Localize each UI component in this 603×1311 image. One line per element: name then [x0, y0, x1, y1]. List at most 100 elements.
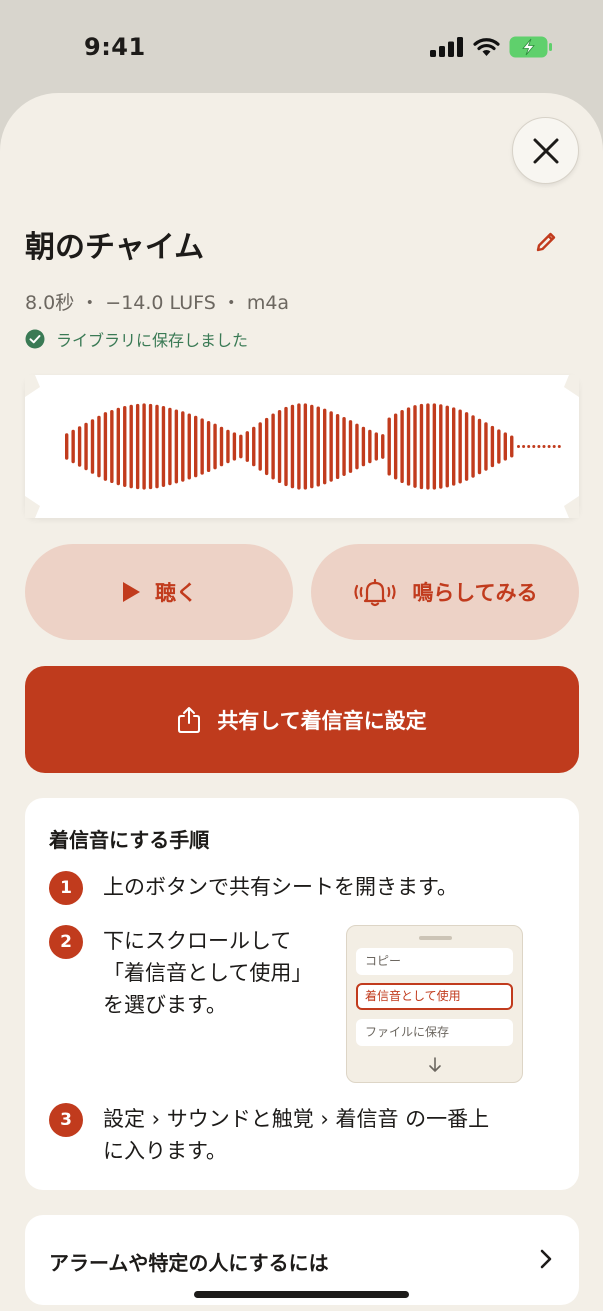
- waveform-bar: [393, 413, 398, 480]
- waveform-bar: [387, 417, 391, 476]
- waveform-bar: [194, 415, 198, 478]
- waveform-silence-dot: [557, 445, 561, 448]
- waveform-bar: [123, 406, 127, 487]
- saved-status-label: ライブラリに保存しました: [56, 331, 249, 350]
- waveform-bar: [432, 403, 437, 490]
- chevron-right-icon: [540, 1249, 552, 1269]
- share-icon: [178, 706, 201, 733]
- waveform-bar: [297, 403, 301, 490]
- step-number: 3: [49, 1103, 83, 1137]
- ringing-bell-icon: [354, 578, 396, 607]
- waveform-bar: [348, 420, 353, 473]
- waveform-bar: [161, 406, 166, 487]
- waveform-bar: [361, 426, 366, 467]
- battery-charging-icon: [509, 36, 553, 62]
- waveform-bar: [490, 425, 495, 468]
- waveform-bar: [226, 429, 230, 464]
- waveform-silence-dot: [532, 445, 536, 448]
- step-line: 上のボタンで共有シートを開きます。: [103, 875, 458, 899]
- waveform-bar: [290, 404, 295, 489]
- pencil-icon: [536, 232, 556, 252]
- waveform-bar: [323, 408, 327, 485]
- waveform-bar: [303, 403, 308, 490]
- waveform-bar: [110, 409, 114, 484]
- test-ring-label: 鳴らしてみる: [412, 581, 538, 605]
- preview-item-copy: コピー: [356, 948, 513, 975]
- waveform-bar: [84, 422, 88, 471]
- waveform-bar: [90, 419, 95, 474]
- waveform-bar: [116, 407, 120, 486]
- waveform-bar: [264, 417, 269, 476]
- waveform-bar: [103, 412, 108, 481]
- waveform-silence-dot: [527, 445, 531, 448]
- waveform-bar: [277, 409, 282, 484]
- play-icon: [123, 582, 140, 602]
- waveform-silence-dot: [537, 445, 541, 448]
- waveform-bar: [258, 422, 262, 471]
- waveform-bar: [477, 418, 482, 475]
- test-ring-button[interactable]: 鳴らしてみる: [311, 544, 579, 640]
- saved-status: ライブラリに保存しました: [25, 327, 248, 351]
- waveform-bar: [413, 405, 417, 488]
- grabber: [419, 936, 452, 940]
- waveform-bar: [335, 413, 340, 480]
- waveform-silence-dot: [547, 445, 551, 448]
- waveform-bar: [239, 434, 243, 459]
- waveform-bar: [129, 404, 133, 489]
- step-text: 上のボタンで共有シートを開きます。: [103, 871, 458, 903]
- waveform-silence-dot: [552, 445, 556, 448]
- close-button[interactable]: [512, 117, 579, 184]
- listen-button[interactable]: 聴く: [25, 544, 293, 640]
- waveform-bar: [200, 418, 204, 475]
- listen-label: 聴く: [155, 581, 197, 605]
- instructions-card: 着信音にする手順 1 上のボタンで共有シートを開きます。 2 下にスクロールして…: [25, 798, 579, 1190]
- status-icons: [430, 36, 553, 62]
- step-line: に入ります。: [103, 1139, 227, 1163]
- waveform-bar: [497, 429, 501, 464]
- waveform-bar: [187, 413, 191, 480]
- share-sheet-preview: コピー 着信音として使用 ファイルに保存: [346, 925, 523, 1083]
- waveform-bar: [400, 409, 404, 484]
- status-bar: 9:41: [0, 0, 603, 95]
- waveform-bar: [355, 423, 359, 470]
- step-number: 1: [49, 871, 83, 905]
- edit-title-button[interactable]: [530, 226, 562, 258]
- waveform-bar: [245, 431, 249, 462]
- waveform-card[interactable]: [25, 375, 579, 518]
- waveform-bar: [271, 413, 275, 480]
- waveform-bar: [406, 407, 411, 486]
- waveform-bar: [503, 432, 507, 461]
- waveform-bar: [439, 404, 443, 489]
- status-time: 9:41: [84, 33, 146, 61]
- waveform-silence-dot: [522, 445, 526, 448]
- waveform-bar: [142, 403, 146, 490]
- waveform-bar: [65, 433, 69, 460]
- waveform-silence-dot: [517, 445, 520, 448]
- waveform-bar: [206, 420, 211, 473]
- share-as-ringtone-button[interactable]: 共有して着信音に設定: [25, 666, 579, 773]
- waveform-bar: [213, 423, 217, 470]
- close-icon: [533, 138, 558, 163]
- waveform-bar: [219, 426, 224, 467]
- waveform-bar: [310, 404, 314, 489]
- waveform-bar: [316, 406, 320, 487]
- waveform-bar: [329, 411, 333, 482]
- alarm-and-contact-label: アラームや特定の人にするには: [49, 1251, 329, 1275]
- waveform-bar: [148, 403, 153, 490]
- step-line: を選びます。: [103, 993, 227, 1017]
- waveform-bar: [368, 429, 372, 464]
- home-indicator: [194, 1291, 409, 1298]
- waveform-bar: [381, 434, 385, 459]
- waveform-bar: [484, 422, 488, 471]
- step-text: 設定 › サウンドと触覚 › 着信音 の一番上 に入ります。: [103, 1103, 489, 1167]
- arrow-down-icon: [429, 1057, 441, 1072]
- waveform-bar: [342, 417, 346, 476]
- waveform-silence-dot: [542, 445, 546, 448]
- waveform-bar: [232, 432, 237, 461]
- check-circle-icon: [25, 329, 45, 349]
- step-text: 下にスクロールして 「着信音として使用」 を選びます。: [103, 925, 312, 1021]
- waveform-bar: [77, 426, 82, 467]
- waveform-bar: [452, 407, 456, 486]
- cellular-signal-icon: [430, 37, 464, 61]
- waveform-bar: [458, 409, 462, 484]
